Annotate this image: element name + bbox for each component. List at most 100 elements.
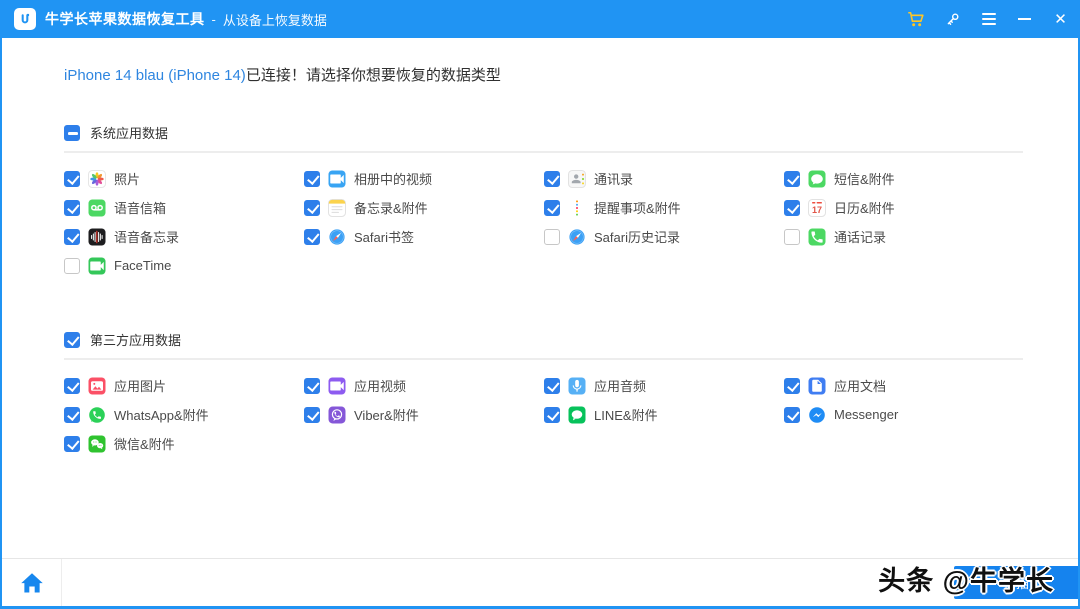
minimize-icon[interactable] xyxy=(1015,10,1034,29)
item-checkbox[interactable] xyxy=(784,170,800,187)
section-divider xyxy=(64,358,1023,360)
item-checkbox[interactable] xyxy=(784,228,800,245)
item-label: 语音备忘录 xyxy=(114,230,180,245)
home-icon xyxy=(20,572,43,592)
section-grid: 应用图片 应用视频 应用音频 应用文档 WhatsApp&附件 Viber&附件… xyxy=(64,371,1023,458)
item-voice-memos[interactable]: 语音备忘录 xyxy=(64,227,304,246)
scan-button[interactable]: 扫描 xyxy=(954,566,1078,599)
section-title: 系统应用数据 xyxy=(90,126,169,141)
item-label: 应用音频 xyxy=(594,379,647,394)
item-label: 通讯录 xyxy=(594,172,634,187)
photos-icon xyxy=(88,170,106,188)
item-label: Messenger xyxy=(834,407,899,422)
item-label: Viber&附件 xyxy=(354,408,419,423)
section-title: 第三方应用数据 xyxy=(90,333,182,348)
item-checkbox[interactable] xyxy=(544,228,560,245)
item-app-audio[interactable]: 应用音频 xyxy=(544,376,784,395)
item-notes[interactable]: 备忘录&附件 xyxy=(304,198,544,217)
app-image-icon xyxy=(88,377,106,395)
item-album-videos[interactable]: 相册中的视频 xyxy=(304,169,544,188)
facetime-icon xyxy=(88,257,106,275)
whatsapp-icon xyxy=(88,406,106,424)
item-checkbox[interactable] xyxy=(304,170,320,187)
section-checkbox[interactable] xyxy=(64,331,80,348)
section-divider xyxy=(64,151,1023,153)
item-safari-bookmarks[interactable]: Safari书签 xyxy=(304,227,544,246)
voicememo-icon xyxy=(88,228,106,246)
item-checkbox[interactable] xyxy=(64,406,80,423)
item-checkbox[interactable] xyxy=(304,406,320,423)
device-name: iPhone 14 blau (iPhone 14) xyxy=(64,67,246,84)
item-messages[interactable]: 短信&附件 xyxy=(784,169,1024,188)
item-label: 短信&附件 xyxy=(834,172,895,187)
voicemail-icon xyxy=(88,199,106,217)
home-button[interactable] xyxy=(2,559,62,606)
app-window: 牛学长苹果数据恢复工具 - 从设备上恢复数据 ✕ iPhone 14 blau … xyxy=(0,0,1080,609)
item-label: 应用图片 xyxy=(114,379,167,394)
item-reminders[interactable]: 提醒事项&附件 xyxy=(544,198,784,217)
item-label: 通话记录 xyxy=(834,230,887,245)
messenger-icon xyxy=(808,406,826,424)
section-checkbox[interactable] xyxy=(64,124,80,141)
item-checkbox[interactable] xyxy=(784,406,800,423)
wechat-icon xyxy=(88,435,106,453)
item-checkbox[interactable] xyxy=(784,199,800,216)
cart-icon[interactable] xyxy=(907,10,926,29)
album-video-icon xyxy=(328,170,346,188)
item-contacts[interactable]: 通讯录 xyxy=(544,169,784,188)
notes-icon xyxy=(328,199,346,217)
safari-icon xyxy=(328,228,346,246)
reminders-icon xyxy=(568,199,586,217)
section: 系统应用数据 照片 相册中的视频 通讯录 短信&附件 语音信箱 备忘录&附件 提… xyxy=(64,123,1023,280)
item-viber[interactable]: Viber&附件 xyxy=(304,405,544,424)
item-checkbox[interactable] xyxy=(544,170,560,187)
viber-icon xyxy=(328,406,346,424)
window-body: iPhone 14 blau (iPhone 14)已连接！请选择你想要恢复的数… xyxy=(0,38,1080,609)
item-checkbox[interactable] xyxy=(544,406,560,423)
menu-icon[interactable] xyxy=(979,10,998,29)
item-line[interactable]: LINE&附件 xyxy=(544,405,784,424)
key-icon[interactable] xyxy=(943,10,962,29)
item-photos[interactable]: 照片 xyxy=(64,169,304,188)
app-subtitle: 从设备上恢复数据 xyxy=(222,12,327,28)
item-app-docs[interactable]: 应用文档 xyxy=(784,376,1024,395)
item-app-photos[interactable]: 应用图片 xyxy=(64,376,304,395)
item-checkbox[interactable] xyxy=(64,228,80,245)
item-label: Safari书签 xyxy=(354,230,414,245)
item-calendar[interactable]: 日历&附件 xyxy=(784,198,1024,217)
connection-status-text: 已连接！请选择你想要恢复的数据类型 xyxy=(245,67,501,84)
item-checkbox[interactable] xyxy=(64,170,80,187)
item-safari-history[interactable]: Safari历史记录 xyxy=(544,227,784,246)
item-whatsapp[interactable]: WhatsApp&附件 xyxy=(64,405,304,424)
item-app-videos[interactable]: 应用视频 xyxy=(304,376,544,395)
main-content: iPhone 14 blau (iPhone 14)已连接！请选择你想要恢复的数… xyxy=(2,38,1078,558)
item-checkbox[interactable] xyxy=(64,199,80,216)
item-checkbox[interactable] xyxy=(784,377,800,394)
item-checkbox[interactable] xyxy=(304,228,320,245)
item-label: 日历&附件 xyxy=(834,201,895,216)
item-call-history[interactable]: 通话记录 xyxy=(784,227,1024,246)
item-checkbox[interactable] xyxy=(304,199,320,216)
item-checkbox[interactable] xyxy=(64,377,80,394)
connection-message: iPhone 14 blau (iPhone 14)已连接！请选择你想要恢复的数… xyxy=(64,64,1023,85)
item-checkbox[interactable] xyxy=(64,435,80,452)
item-wechat[interactable]: 微信&附件 xyxy=(64,434,304,453)
safari-icon xyxy=(568,228,586,246)
section-header: 第三方应用数据 xyxy=(64,330,1023,349)
item-label: 提醒事项&附件 xyxy=(594,201,681,216)
item-checkbox[interactable] xyxy=(544,377,560,394)
section: 第三方应用数据 应用图片 应用视频 应用音频 应用文档 WhatsApp&附件 … xyxy=(64,330,1023,458)
app-doc-icon xyxy=(808,377,826,395)
item-label: 备忘录&附件 xyxy=(354,201,428,216)
item-checkbox[interactable] xyxy=(544,199,560,216)
item-checkbox[interactable] xyxy=(64,257,80,274)
sms-icon xyxy=(808,170,826,188)
item-voicemail[interactable]: 语音信箱 xyxy=(64,198,304,217)
section-grid: 照片 相册中的视频 通讯录 短信&附件 语音信箱 备忘录&附件 提醒事项&附件 … xyxy=(64,164,1023,280)
item-facetime[interactable]: FaceTime xyxy=(64,257,304,275)
app-title: 牛学长苹果数据恢复工具 xyxy=(45,11,205,27)
item-label: LINE&附件 xyxy=(594,408,658,423)
item-checkbox[interactable] xyxy=(304,377,320,394)
close-icon[interactable]: ✕ xyxy=(1051,10,1070,29)
item-messenger[interactable]: Messenger xyxy=(784,406,1024,424)
